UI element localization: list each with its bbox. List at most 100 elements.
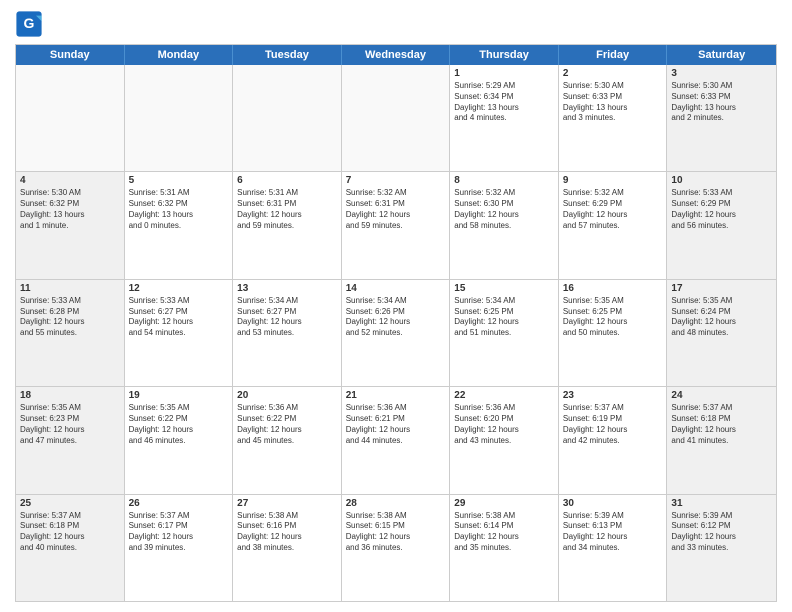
week-2: 11 Sunrise: 5:33 AM Sunset: 6:28 PM Dayli… (16, 280, 776, 387)
day-cell-21: 21 Sunrise: 5:36 AM Sunset: 6:21 PM Dayli… (342, 387, 451, 493)
day-cell-20: 20 Sunrise: 5:36 AM Sunset: 6:22 PM Dayli… (233, 387, 342, 493)
day-info: Sunrise: 5:32 AM Sunset: 6:30 PM Dayligh… (454, 188, 554, 231)
day-number: 16 (563, 283, 663, 294)
day-number: 3 (671, 68, 772, 79)
day-info: Sunrise: 5:30 AM Sunset: 6:33 PM Dayligh… (563, 81, 663, 124)
day-info: Sunrise: 5:31 AM Sunset: 6:31 PM Dayligh… (237, 188, 337, 231)
empty-cell (125, 65, 234, 171)
day-info: Sunrise: 5:37 AM Sunset: 6:17 PM Dayligh… (129, 511, 229, 554)
day-number: 23 (563, 390, 663, 401)
day-info: Sunrise: 5:33 AM Sunset: 6:28 PM Dayligh… (20, 296, 120, 339)
day-info: Sunrise: 5:32 AM Sunset: 6:29 PM Dayligh… (563, 188, 663, 231)
day-cell-2: 2 Sunrise: 5:30 AM Sunset: 6:33 PM Daylig… (559, 65, 668, 171)
day-cell-24: 24Sunrise: 5:37 AM Sunset: 6:18 PM Dayli… (667, 387, 776, 493)
day-cell-9: 9 Sunrise: 5:32 AM Sunset: 6:29 PM Daylig… (559, 172, 668, 278)
header-cell-sunday: Sunday (16, 45, 125, 65)
day-cell-29: 29Sunrise: 5:38 AM Sunset: 6:14 PM Dayli… (450, 495, 559, 601)
day-cell-1: 1 Sunrise: 5:29 AM Sunset: 6:34 PM Daylig… (450, 65, 559, 171)
week-3: 18Sunrise: 5:35 AM Sunset: 6:23 PM Dayli… (16, 387, 776, 494)
header-cell-wednesday: Wednesday (342, 45, 451, 65)
day-info: Sunrise: 5:30 AM Sunset: 6:32 PM Dayligh… (20, 188, 120, 231)
day-number: 2 (563, 68, 663, 79)
day-number: 14 (346, 283, 446, 294)
day-number: 31 (671, 498, 772, 509)
day-info: Sunrise: 5:37 AM Sunset: 6:19 PM Dayligh… (563, 403, 663, 446)
day-number: 10 (671, 175, 772, 186)
day-cell-15: 15Sunrise: 5:34 AM Sunset: 6:25 PM Dayli… (450, 280, 559, 386)
day-number: 15 (454, 283, 554, 294)
header: G (15, 10, 777, 38)
header-cell-saturday: Saturday (667, 45, 776, 65)
day-info: Sunrise: 5:39 AM Sunset: 6:12 PM Dayligh… (671, 511, 772, 554)
week-1: 4 Sunrise: 5:30 AM Sunset: 6:32 PM Daylig… (16, 172, 776, 279)
day-number: 12 (129, 283, 229, 294)
day-number: 21 (346, 390, 446, 401)
day-number: 30 (563, 498, 663, 509)
day-cell-13: 13 Sunrise: 5:34 AM Sunset: 6:27 PM Dayli… (233, 280, 342, 386)
day-number: 7 (346, 175, 446, 186)
calendar-header: SundayMondayTuesdayWednesdayThursdayFrid… (16, 45, 776, 65)
day-cell-19: 19 Sunrise: 5:35 AM Sunset: 6:22 PM Dayli… (125, 387, 234, 493)
day-cell-26: 26 Sunrise: 5:37 AM Sunset: 6:17 PM Dayli… (125, 495, 234, 601)
day-info: Sunrise: 5:36 AM Sunset: 6:20 PM Dayligh… (454, 403, 554, 446)
day-number: 13 (237, 283, 337, 294)
day-number: 22 (454, 390, 554, 401)
day-info: Sunrise: 5:36 AM Sunset: 6:21 PM Dayligh… (346, 403, 446, 446)
calendar-body: 1 Sunrise: 5:29 AM Sunset: 6:34 PM Daylig… (16, 65, 776, 601)
day-number: 28 (346, 498, 446, 509)
day-cell-17: 17Sunrise: 5:35 AM Sunset: 6:24 PM Dayli… (667, 280, 776, 386)
day-info: Sunrise: 5:34 AM Sunset: 6:27 PM Dayligh… (237, 296, 337, 339)
day-cell-23: 23 Sunrise: 5:37 AM Sunset: 6:19 PM Dayli… (559, 387, 668, 493)
day-info: Sunrise: 5:31 AM Sunset: 6:32 PM Dayligh… (129, 188, 229, 231)
day-info: Sunrise: 5:37 AM Sunset: 6:18 PM Dayligh… (20, 511, 120, 554)
day-info: Sunrise: 5:35 AM Sunset: 6:22 PM Dayligh… (129, 403, 229, 446)
week-4: 25 Sunrise: 5:37 AM Sunset: 6:18 PM Dayli… (16, 495, 776, 601)
day-number: 17 (671, 283, 772, 294)
day-cell-12: 12 Sunrise: 5:33 AM Sunset: 6:27 PM Dayli… (125, 280, 234, 386)
day-info: Sunrise: 5:36 AM Sunset: 6:22 PM Dayligh… (237, 403, 337, 446)
svg-text:G: G (24, 15, 35, 31)
day-cell-11: 11 Sunrise: 5:33 AM Sunset: 6:28 PM Dayli… (16, 280, 125, 386)
day-number: 20 (237, 390, 337, 401)
day-number: 11 (20, 283, 120, 294)
day-number: 18 (20, 390, 120, 401)
day-cell-5: 5 Sunrise: 5:31 AM Sunset: 6:32 PM Daylig… (125, 172, 234, 278)
day-cell-14: 14Sunrise: 5:34 AM Sunset: 6:26 PM Dayli… (342, 280, 451, 386)
day-info: Sunrise: 5:30 AM Sunset: 6:33 PM Dayligh… (671, 81, 772, 124)
empty-cell (16, 65, 125, 171)
day-number: 19 (129, 390, 229, 401)
day-info: Sunrise: 5:29 AM Sunset: 6:34 PM Dayligh… (454, 81, 554, 124)
day-cell-18: 18Sunrise: 5:35 AM Sunset: 6:23 PM Dayli… (16, 387, 125, 493)
day-info: Sunrise: 5:39 AM Sunset: 6:13 PM Dayligh… (563, 511, 663, 554)
day-number: 4 (20, 175, 120, 186)
logo-icon: G (15, 10, 43, 38)
day-info: Sunrise: 5:33 AM Sunset: 6:27 PM Dayligh… (129, 296, 229, 339)
day-number: 26 (129, 498, 229, 509)
header-cell-friday: Friday (559, 45, 668, 65)
header-cell-tuesday: Tuesday (233, 45, 342, 65)
day-info: Sunrise: 5:38 AM Sunset: 6:15 PM Dayligh… (346, 511, 446, 554)
day-cell-10: 10 Sunrise: 5:33 AM Sunset: 6:29 PM Dayli… (667, 172, 776, 278)
day-cell-3: 3 Sunrise: 5:30 AM Sunset: 6:33 PM Daylig… (667, 65, 776, 171)
day-cell-16: 16 Sunrise: 5:35 AM Sunset: 6:25 PM Dayli… (559, 280, 668, 386)
day-number: 6 (237, 175, 337, 186)
day-number: 8 (454, 175, 554, 186)
header-cell-thursday: Thursday (450, 45, 559, 65)
day-number: 25 (20, 498, 120, 509)
day-cell-7: 7Sunrise: 5:32 AM Sunset: 6:31 PM Daylig… (342, 172, 451, 278)
week-0: 1 Sunrise: 5:29 AM Sunset: 6:34 PM Daylig… (16, 65, 776, 172)
empty-cell (233, 65, 342, 171)
day-cell-31: 31 Sunrise: 5:39 AM Sunset: 6:12 PM Dayli… (667, 495, 776, 601)
calendar: SundayMondayTuesdayWednesdayThursdayFrid… (15, 44, 777, 602)
day-cell-22: 22 Sunrise: 5:36 AM Sunset: 6:20 PM Dayli… (450, 387, 559, 493)
day-number: 9 (563, 175, 663, 186)
day-number: 5 (129, 175, 229, 186)
day-info: Sunrise: 5:35 AM Sunset: 6:25 PM Dayligh… (563, 296, 663, 339)
day-number: 24 (671, 390, 772, 401)
header-cell-monday: Monday (125, 45, 234, 65)
day-cell-27: 27Sunrise: 5:38 AM Sunset: 6:16 PM Dayli… (233, 495, 342, 601)
day-number: 1 (454, 68, 554, 79)
day-cell-6: 6 Sunrise: 5:31 AM Sunset: 6:31 PM Daylig… (233, 172, 342, 278)
day-info: Sunrise: 5:33 AM Sunset: 6:29 PM Dayligh… (671, 188, 772, 231)
day-number: 27 (237, 498, 337, 509)
